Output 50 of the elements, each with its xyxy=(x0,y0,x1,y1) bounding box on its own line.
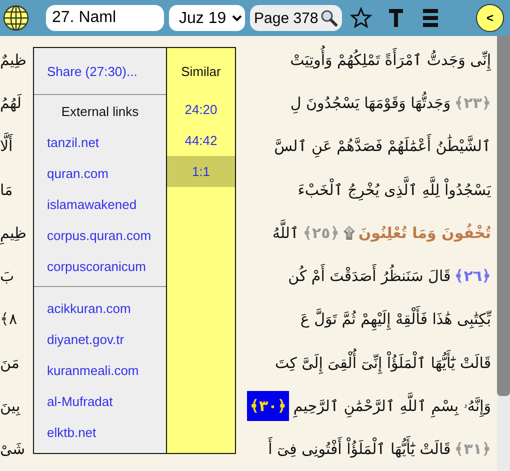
verse-text: تُخْفُونَ وَمَا تُعْلِنُونَ xyxy=(358,222,491,244)
external-link[interactable]: elktb.net xyxy=(34,417,166,448)
back-button[interactable]: < xyxy=(476,4,504,32)
verse-text: مَا xyxy=(0,180,13,201)
star-icon[interactable] xyxy=(350,7,372,29)
verse-text: لَهُمُ xyxy=(0,92,22,114)
external-link[interactable]: kuranmeali.com xyxy=(34,355,166,386)
verse-text: وَجَدتُّهَا وَقَوْمَهَا يَسْجُدُونَ لِ xyxy=(290,90,451,116)
verse-link[interactable]: 24:20 xyxy=(167,94,235,125)
verse-link[interactable]: 44:42 xyxy=(167,125,235,156)
verse-text: شَىْ xyxy=(0,439,26,460)
juz-select[interactable]: Juz 19 xyxy=(169,5,245,31)
verse-text: بِينَ xyxy=(0,396,20,418)
text-size-icon[interactable] xyxy=(389,9,404,27)
scrollbar[interactable] xyxy=(497,36,510,471)
verse-text: ظِيمِ xyxy=(0,218,26,248)
verse-text: قَالَتْ يَٰٓأَيُّهَا ٱلْمَلَؤُاْ أَفْتُونِى فِىٓ أَ xyxy=(268,434,451,464)
verse-number[interactable]: ﴿٢٦﴾ xyxy=(454,264,491,288)
verse-text: ٱلشَّيْطَٰنُ أَعْمَٰلَهُمْ فَصَدَّهُمْ عَنِ ٱلسَّ xyxy=(274,131,491,162)
verse-number[interactable]: ﴿٣٠﴾ xyxy=(247,391,290,422)
verse-text: بِّكِتَٰبِى هَٰذَا فَأَلْقِهْ إِلَيْهِمْ ثُمَّ تَوَلَّ عَ xyxy=(300,304,491,334)
verse-text: ۩ xyxy=(343,222,354,244)
share-link[interactable]: Share (27:30)... xyxy=(34,48,166,94)
verse-text: ظِيمٌ xyxy=(0,50,26,71)
verse-text: ٱللَّهُ xyxy=(272,218,299,248)
external-link[interactable]: tanzil.net xyxy=(34,127,166,158)
verse-text: إِنِّى وَجَدتُّ ٱمْرَأَةً تَمْلِكُهُمْ وَأُوتِيَتْ xyxy=(290,44,491,75)
verse-text: أَلَّا xyxy=(0,131,13,162)
search-icon[interactable] xyxy=(320,9,338,27)
verse-text: وَإِنَّهُۥ بِسْمِ ٱللَّهِ ٱلرَّحْمَٰنِ ٱلرَّحِيمِ xyxy=(293,391,491,422)
section-heading: Similar xyxy=(180,62,222,80)
verse-text: بَ xyxy=(0,266,14,288)
external-link[interactable]: islamawakened xyxy=(34,189,166,220)
verse-text: قَالَتْ يَٰٓأَيُّهَا ٱلْمَلَؤُاْ إِنِّىٓ أُلْقِىَ إِلَىَّ كِتَ xyxy=(275,348,491,378)
external-link[interactable]: al-Mufradat xyxy=(34,386,166,417)
verse-text: مَنَ xyxy=(0,352,20,374)
verse-text: يَسْجُدُواْ لِلَّهِ ٱلَّذِى يُخْرِجُ ٱلْخَبْءَ xyxy=(298,174,491,205)
external-link[interactable]: quran.com xyxy=(34,158,166,189)
menu-icon[interactable] xyxy=(423,9,438,27)
surah-field[interactable]: 27. Naml xyxy=(46,5,164,31)
external-link[interactable]: diyanet.gov.tr xyxy=(34,324,166,355)
external-link[interactable]: corpuscoranicum xyxy=(34,251,166,282)
external-link[interactable]: acikkuran.com xyxy=(34,293,166,324)
section-heading: External links xyxy=(60,102,140,120)
globe-icon[interactable] xyxy=(3,5,29,31)
external-link[interactable]: corpus.quran.com xyxy=(34,220,166,251)
verse-text: قَالَ سَنَنظُرُ أَصَدَقْتَ أَمْ كُن xyxy=(288,261,451,292)
verse-link[interactable]: 1:1 xyxy=(167,156,235,187)
page-button[interactable]: Page 378 xyxy=(250,5,342,31)
verse-text: ٨﴾ xyxy=(0,309,18,330)
